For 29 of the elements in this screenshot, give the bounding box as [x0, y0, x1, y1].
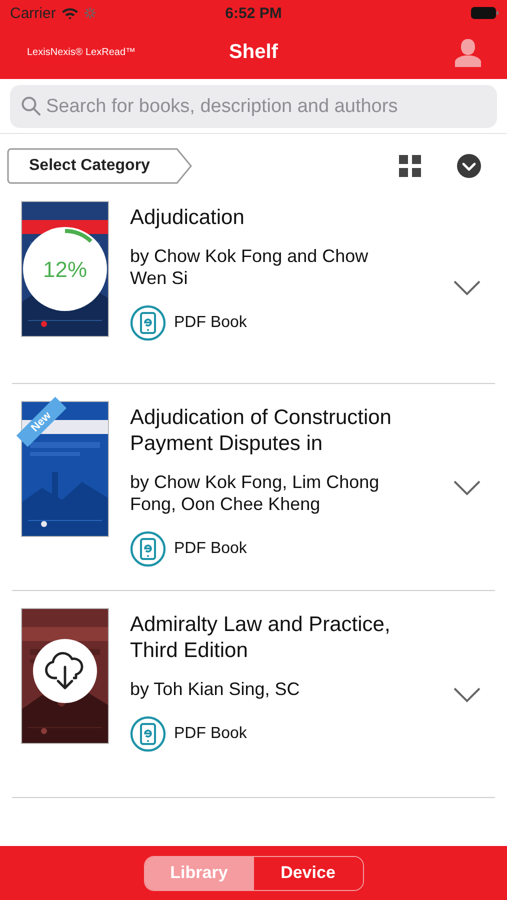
- book-title: Adjudication: [130, 205, 246, 231]
- book-title: Admiralty Law and Practice, Third Edition: [130, 612, 392, 664]
- book-authors: by Chow Kok Fong and Chow Wen Si: [130, 245, 370, 289]
- book-title: Adjudication of Construction Payment Disputes in: [130, 405, 392, 457]
- chevron-down-icon[interactable]: [453, 280, 481, 296]
- book-format: PDF Book: [174, 725, 247, 743]
- book-authors: by Chow Kok Fong, Lim Chong Fong, Oon Chee Kheng: [130, 471, 380, 515]
- app-logo: LexisNexis® LexRead™: [27, 47, 136, 58]
- chevron-down-icon[interactable]: [453, 687, 481, 703]
- ebook-icon: [130, 305, 166, 341]
- chevron-down-icon[interactable]: [453, 480, 481, 496]
- book-format: PDF Book: [174, 314, 247, 332]
- search-field[interactable]: Search for books, description and authors: [10, 85, 497, 128]
- search-icon: [21, 96, 41, 116]
- book-authors: by Toh Kian Sing, SC: [130, 678, 301, 700]
- page-title: Shelf: [229, 41, 278, 64]
- grid-view-icon[interactable]: [399, 155, 421, 177]
- wifi-icon: [60, 6, 79, 20]
- ebook-icon: [130, 716, 166, 752]
- select-category-button[interactable]: Select Category: [7, 148, 193, 184]
- carrier-name: Carrier: [10, 4, 56, 22]
- cloud-download-icon: [44, 651, 86, 691]
- ebook-icon: [130, 531, 166, 567]
- activity-spinner-icon: [84, 7, 96, 19]
- dropdown-icon[interactable]: [457, 154, 481, 178]
- progress-percent: 12%: [42, 257, 88, 283]
- book-format: PDF Book: [174, 540, 247, 558]
- status-time: 6:52 PM: [225, 4, 282, 22]
- battery-icon: [471, 7, 499, 19]
